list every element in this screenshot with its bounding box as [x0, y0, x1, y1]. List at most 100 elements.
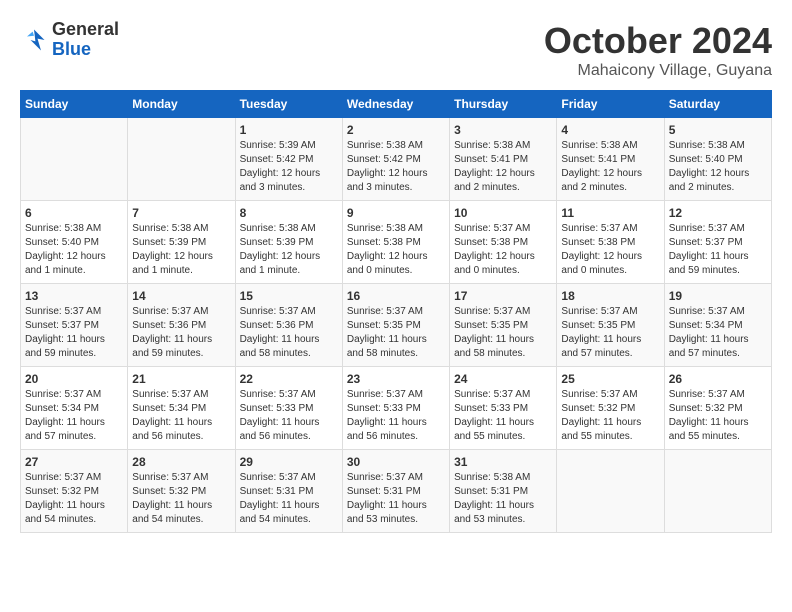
calendar-cell: 24Sunrise: 5:37 AM Sunset: 5:33 PM Dayli… — [450, 367, 557, 450]
day-info: Sunrise: 5:37 AM Sunset: 5:38 PM Dayligh… — [454, 222, 552, 278]
calendar-cell: 31 Sunrise: 5:38 AM Sunset: 5:31 PM Dayli… — [450, 450, 557, 533]
day-number: 6 — [25, 206, 123, 220]
day-info: Sunrise: 5:38 AM Sunset: 5:40 PM Dayligh… — [669, 139, 767, 195]
day-number: 8 — [240, 206, 338, 220]
day-info: Sunrise: 5:37 AM Sunset: 5:32 PM Dayligh… — [25, 471, 123, 527]
day-info: Sunrise: 5:38 AM Sunset: 5:42 PM Dayligh… — [347, 139, 445, 195]
calendar-cell: 30Sunrise: 5:37 AM Sunset: 5:31 PM Dayli… — [342, 450, 449, 533]
day-number: 3 — [454, 123, 552, 137]
day-number: 26 — [669, 372, 767, 386]
day-info: Sunrise: 5:38 AM Sunset: 5:41 PM Dayligh… — [454, 139, 552, 195]
calendar-week-row: 13 Sunrise: 5:37 AM Sunset: 5:37 PM Dayli… — [21, 284, 772, 367]
calendar-cell: 25 Sunrise: 5:37 AM Sunset: 5:32 PM Dayli… — [557, 367, 664, 450]
month-title: October 2024 — [544, 20, 772, 62]
calendar-cell: 5 Sunrise: 5:38 AM Sunset: 5:40 PM Daylig… — [664, 118, 771, 201]
day-number: 23 — [347, 372, 445, 386]
day-number: 19 — [669, 289, 767, 303]
day-info: Sunrise: 5:37 AM Sunset: 5:31 PM Dayligh… — [240, 471, 338, 527]
day-info: Sunrise: 5:37 AM Sunset: 5:37 PM Dayligh… — [669, 222, 767, 278]
day-info: Sunrise: 5:38 AM Sunset: 5:41 PM Dayligh… — [561, 139, 659, 195]
day-number: 11 — [561, 206, 659, 220]
calendar-cell: 13 Sunrise: 5:37 AM Sunset: 5:37 PM Dayli… — [21, 284, 128, 367]
day-number: 28 — [132, 455, 230, 469]
day-info: Sunrise: 5:37 AM Sunset: 5:35 PM Dayligh… — [454, 305, 552, 361]
calendar-cell — [21, 118, 128, 201]
logo: General Blue — [20, 20, 119, 60]
calendar-cell: 20 Sunrise: 5:37 AM Sunset: 5:34 PM Dayli… — [21, 367, 128, 450]
logo-general: General — [52, 20, 119, 40]
day-number: 14 — [132, 289, 230, 303]
day-info: Sunrise: 5:37 AM Sunset: 5:33 PM Dayligh… — [240, 388, 338, 444]
calendar-cell: 3 Sunrise: 5:38 AM Sunset: 5:41 PM Daylig… — [450, 118, 557, 201]
day-info: Sunrise: 5:37 AM Sunset: 5:32 PM Dayligh… — [561, 388, 659, 444]
calendar-header-row: SundayMondayTuesdayWednesdayThursdayFrid… — [21, 91, 772, 118]
calendar-cell: 21 Sunrise: 5:37 AM Sunset: 5:34 PM Dayli… — [128, 367, 235, 450]
day-number: 9 — [347, 206, 445, 220]
day-info: Sunrise: 5:37 AM Sunset: 5:36 PM Dayligh… — [132, 305, 230, 361]
calendar-cell: 17 Sunrise: 5:37 AM Sunset: 5:35 PM Dayli… — [450, 284, 557, 367]
day-number: 29 — [240, 455, 338, 469]
day-info: Sunrise: 5:37 AM Sunset: 5:34 PM Dayligh… — [132, 388, 230, 444]
calendar-cell: 8 Sunrise: 5:38 AM Sunset: 5:39 PM Daylig… — [235, 201, 342, 284]
calendar-table: SundayMondayTuesdayWednesdayThursdayFrid… — [20, 90, 772, 533]
calendar-cell: 19 Sunrise: 5:37 AM Sunset: 5:34 PM Dayli… — [664, 284, 771, 367]
day-number: 4 — [561, 123, 659, 137]
logo-blue: Blue — [52, 40, 119, 60]
weekday-header: Wednesday — [342, 91, 449, 118]
day-number: 17 — [454, 289, 552, 303]
day-number: 16 — [347, 289, 445, 303]
calendar-cell: 12Sunrise: 5:37 AM Sunset: 5:37 PM Dayli… — [664, 201, 771, 284]
title-area: October 2024 Mahaicony Village, Guyana — [544, 20, 772, 80]
day-info: Sunrise: 5:37 AM Sunset: 5:35 PM Dayligh… — [347, 305, 445, 361]
day-info: Sunrise: 5:38 AM Sunset: 5:38 PM Dayligh… — [347, 222, 445, 278]
day-number: 1 — [240, 123, 338, 137]
calendar-cell: 15 Sunrise: 5:37 AM Sunset: 5:36 PM Dayli… — [235, 284, 342, 367]
day-number: 13 — [25, 289, 123, 303]
calendar-cell: 6Sunrise: 5:38 AM Sunset: 5:40 PM Daylig… — [21, 201, 128, 284]
calendar-cell: 7Sunrise: 5:38 AM Sunset: 5:39 PM Daylig… — [128, 201, 235, 284]
day-number: 21 — [132, 372, 230, 386]
weekday-header: Thursday — [450, 91, 557, 118]
weekday-header: Friday — [557, 91, 664, 118]
calendar-cell: 2 Sunrise: 5:38 AM Sunset: 5:42 PM Daylig… — [342, 118, 449, 201]
calendar-cell: 14 Sunrise: 5:37 AM Sunset: 5:36 PM Dayli… — [128, 284, 235, 367]
day-number: 10 — [454, 206, 552, 220]
day-number: 5 — [669, 123, 767, 137]
calendar-cell — [128, 118, 235, 201]
day-info: Sunrise: 5:37 AM Sunset: 5:36 PM Dayligh… — [240, 305, 338, 361]
day-number: 24 — [454, 372, 552, 386]
calendar-week-row: 27 Sunrise: 5:37 AM Sunset: 5:32 PM Dayli… — [21, 450, 772, 533]
calendar-cell: 28 Sunrise: 5:37 AM Sunset: 5:32 PM Dayli… — [128, 450, 235, 533]
calendar-week-row: 1 Sunrise: 5:39 AM Sunset: 5:42 PM Daylig… — [21, 118, 772, 201]
day-info: Sunrise: 5:37 AM Sunset: 5:33 PM Dayligh… — [347, 388, 445, 444]
calendar-week-row: 6Sunrise: 5:38 AM Sunset: 5:40 PM Daylig… — [21, 201, 772, 284]
day-number: 20 — [25, 372, 123, 386]
calendar-cell: 29 Sunrise: 5:37 AM Sunset: 5:31 PM Dayli… — [235, 450, 342, 533]
calendar-week-row: 20 Sunrise: 5:37 AM Sunset: 5:34 PM Dayli… — [21, 367, 772, 450]
day-number: 31 — [454, 455, 552, 469]
day-info: Sunrise: 5:37 AM Sunset: 5:32 PM Dayligh… — [669, 388, 767, 444]
day-number: 25 — [561, 372, 659, 386]
day-info: Sunrise: 5:39 AM Sunset: 5:42 PM Dayligh… — [240, 139, 338, 195]
calendar-cell: 18Sunrise: 5:37 AM Sunset: 5:35 PM Dayli… — [557, 284, 664, 367]
day-info: Sunrise: 5:37 AM Sunset: 5:32 PM Dayligh… — [132, 471, 230, 527]
calendar-cell: 4 Sunrise: 5:38 AM Sunset: 5:41 PM Daylig… — [557, 118, 664, 201]
calendar-cell: 26 Sunrise: 5:37 AM Sunset: 5:32 PM Dayli… — [664, 367, 771, 450]
day-number: 2 — [347, 123, 445, 137]
day-info: Sunrise: 5:37 AM Sunset: 5:34 PM Dayligh… — [25, 388, 123, 444]
calendar-cell: 27 Sunrise: 5:37 AM Sunset: 5:32 PM Dayli… — [21, 450, 128, 533]
day-info: Sunrise: 5:38 AM Sunset: 5:39 PM Dayligh… — [240, 222, 338, 278]
day-number: 18 — [561, 289, 659, 303]
calendar-cell: 16 Sunrise: 5:37 AM Sunset: 5:35 PM Dayli… — [342, 284, 449, 367]
day-info: Sunrise: 5:37 AM Sunset: 5:34 PM Dayligh… — [669, 305, 767, 361]
day-info: Sunrise: 5:38 AM Sunset: 5:31 PM Dayligh… — [454, 471, 552, 527]
calendar-cell — [557, 450, 664, 533]
day-number: 27 — [25, 455, 123, 469]
day-info: Sunrise: 5:38 AM Sunset: 5:39 PM Dayligh… — [132, 222, 230, 278]
weekday-header: Monday — [128, 91, 235, 118]
day-number: 30 — [347, 455, 445, 469]
day-info: Sunrise: 5:37 AM Sunset: 5:37 PM Dayligh… — [25, 305, 123, 361]
day-number: 15 — [240, 289, 338, 303]
calendar-cell: 11Sunrise: 5:37 AM Sunset: 5:38 PM Dayli… — [557, 201, 664, 284]
calendar-cell: 23 Sunrise: 5:37 AM Sunset: 5:33 PM Dayli… — [342, 367, 449, 450]
